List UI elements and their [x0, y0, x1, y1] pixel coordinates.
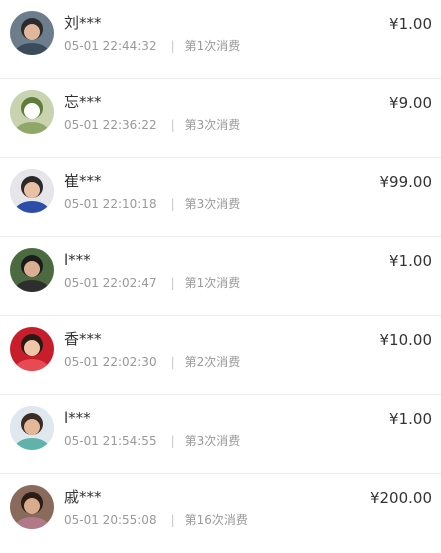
purchase-count: 第3次消费 [184, 434, 241, 448]
purchase-record-row[interactable]: 忘*** 05-01 22:36:22 | 第3次消费 ¥9.00 [0, 79, 441, 158]
user-name: l*** [64, 251, 91, 269]
avatar-image [10, 169, 54, 213]
purchase-amount: ¥1.00 [389, 252, 432, 270]
user-avatar [10, 327, 54, 371]
purchase-record-row[interactable]: 崔*** 05-01 22:10:18 | 第3次消费 ¥99.00 [0, 158, 441, 237]
meta-separator: | [170, 276, 175, 290]
user-name: 忘*** [64, 93, 102, 111]
user-avatar [10, 248, 54, 292]
record-meta: 05-01 22:44:32 | 第1次消费 [64, 38, 240, 54]
purchase-record-list: 刘*** 05-01 22:44:32 | 第1次消费 ¥1.00 忘*** 05-… [0, 0, 441, 553]
avatar-image [10, 90, 54, 134]
record-meta: 05-01 22:36:22 | 第3次消费 [64, 117, 240, 133]
purchase-record-row[interactable]: l*** 05-01 21:54:55 | 第3次消费 ¥1.00 [0, 395, 441, 474]
purchase-amount: ¥1.00 [389, 15, 432, 33]
purchase-time: 05-01 20:55:08 [64, 513, 157, 527]
purchase-time: 05-01 22:02:47 [64, 276, 157, 290]
purchase-amount: ¥200.00 [369, 489, 432, 507]
purchase-count: 第2次消费 [184, 355, 241, 369]
meta-separator: | [170, 355, 175, 369]
purchase-count: 第1次消费 [184, 39, 241, 53]
record-meta: 05-01 22:02:30 | 第2次消费 [64, 354, 240, 370]
avatar-image [10, 485, 54, 529]
user-avatar [10, 90, 54, 134]
purchase-amount: ¥9.00 [389, 94, 432, 112]
record-meta: 05-01 20:55:08 | 第16次消费 [64, 512, 248, 528]
purchase-time: 05-01 22:10:18 [64, 197, 157, 211]
record-meta: 05-01 22:10:18 | 第3次消费 [64, 196, 240, 212]
avatar-image [10, 11, 54, 55]
user-avatar [10, 169, 54, 213]
purchase-amount: ¥99.00 [379, 173, 433, 191]
avatar-image [10, 248, 54, 292]
purchase-count: 第3次消费 [184, 197, 241, 211]
purchase-time: 05-01 22:02:30 [64, 355, 157, 369]
user-avatar [10, 485, 54, 529]
meta-separator: | [170, 197, 175, 211]
record-meta: 05-01 21:54:55 | 第3次消费 [64, 433, 240, 449]
user-name: 香*** [64, 330, 102, 348]
purchase-time: 05-01 22:44:32 [64, 39, 157, 53]
purchase-record-row[interactable]: l*** 05-01 22:02:47 | 第1次消费 ¥1.00 [0, 237, 441, 316]
purchase-record-row[interactable]: 香*** 05-01 22:02:30 | 第2次消费 ¥10.00 [0, 316, 441, 395]
user-avatar [10, 406, 54, 450]
user-avatar [10, 11, 54, 55]
user-name: 刘*** [64, 14, 102, 32]
avatar-image [10, 406, 54, 450]
user-name: l*** [64, 409, 91, 427]
purchase-time: 05-01 21:54:55 [64, 434, 157, 448]
purchase-record-row[interactable]: 戚*** 05-01 20:55:08 | 第16次消费 ¥200.00 [0, 474, 441, 553]
meta-separator: | [170, 434, 175, 448]
meta-separator: | [170, 513, 175, 527]
meta-separator: | [170, 118, 175, 132]
purchase-record-row[interactable]: 刘*** 05-01 22:44:32 | 第1次消费 ¥1.00 [0, 0, 441, 79]
purchase-count: 第3次消费 [184, 118, 241, 132]
purchase-time: 05-01 22:36:22 [64, 118, 157, 132]
purchase-amount: ¥10.00 [379, 331, 433, 349]
purchase-amount: ¥1.00 [389, 410, 432, 428]
purchase-count: 第1次消费 [184, 276, 241, 290]
record-meta: 05-01 22:02:47 | 第1次消费 [64, 275, 240, 291]
avatar-image [10, 327, 54, 371]
user-name: 崔*** [64, 172, 102, 190]
purchase-count: 第16次消费 [184, 513, 248, 527]
meta-separator: | [170, 39, 175, 53]
user-name: 戚*** [64, 488, 102, 506]
